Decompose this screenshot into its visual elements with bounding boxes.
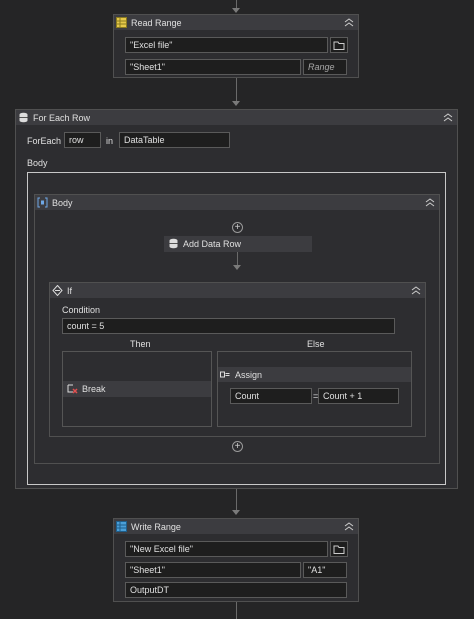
connector-line	[236, 489, 237, 511]
excel-read-icon	[116, 17, 127, 28]
connector-line	[236, 78, 237, 102]
browse-folder-button[interactable]	[330, 37, 348, 53]
connector-line	[237, 252, 238, 266]
datatable-input[interactable]: OutputDT	[125, 582, 347, 598]
add-activity-plus-icon[interactable]: +	[232, 441, 243, 452]
sheet-name-input[interactable]: "Sheet1"	[125, 59, 301, 75]
connector-arrow	[232, 510, 240, 515]
assign-icon	[220, 369, 231, 380]
workbook-path-input[interactable]: "New Excel file"	[125, 541, 328, 557]
datatable-input[interactable]: DataTable	[119, 132, 230, 148]
activity-title: Read Range	[131, 17, 182, 28]
starting-cell-input[interactable]: "A1"	[303, 562, 347, 578]
read-range-activity[interactable]: Read Range "Excel file" "Sheet1" Range	[113, 14, 359, 78]
add-activity-plus-icon[interactable]: +	[232, 222, 243, 233]
workbook-path-input[interactable]: "Excel file"	[125, 37, 328, 53]
assign-to-input[interactable]: Count	[230, 388, 312, 404]
else-label: Else	[307, 339, 325, 349]
in-label: in	[106, 136, 114, 146]
activity-title: For Each Row	[33, 112, 91, 123]
collapse-chevron-icon[interactable]	[443, 112, 453, 122]
connector-line	[236, 602, 237, 619]
connector-arrow	[233, 265, 241, 270]
assign-header[interactable]: Assign	[218, 367, 411, 382]
activity-title: If	[67, 285, 73, 296]
activity-title: Write Range	[131, 521, 181, 532]
browse-folder-button[interactable]	[330, 541, 348, 557]
foreach-label: ForEach	[27, 136, 62, 146]
activity-title: Break	[82, 384, 106, 394]
assign-activity[interactable]: Assign Count = Count + 1	[218, 367, 411, 415]
then-label: Then	[130, 339, 151, 349]
if-branch-icon	[52, 285, 63, 296]
sequence-icon	[37, 197, 48, 208]
connector-arrow	[232, 101, 240, 106]
item-variable-input[interactable]: row	[64, 132, 101, 148]
activity-title: Body	[52, 197, 73, 208]
add-data-row-activity[interactable]: Add Data Row	[164, 236, 312, 252]
write-range-header[interactable]: Write Range	[114, 519, 358, 534]
body-sequence-header[interactable]: Body	[35, 195, 439, 210]
collapse-chevron-icon[interactable]	[425, 197, 435, 207]
activity-title: Add Data Row	[183, 239, 242, 249]
collapse-chevron-icon[interactable]	[344, 17, 354, 27]
body-label: Body	[27, 158, 48, 168]
break-icon	[67, 383, 78, 394]
activity-title: Assign	[235, 369, 263, 380]
collapse-chevron-icon[interactable]	[411, 285, 421, 295]
collapse-chevron-icon[interactable]	[344, 521, 354, 531]
body-sequence[interactable]: Body + Add Data Row If Condition count =…	[34, 194, 440, 464]
for-each-row-activity[interactable]: For Each Row ForEach row in DataTable Bo…	[15, 109, 458, 489]
condition-input[interactable]: count = 5	[62, 318, 395, 334]
database-add-icon	[168, 238, 179, 249]
excel-write-icon	[116, 521, 127, 532]
assign-value-input[interactable]: Count + 1	[318, 388, 399, 404]
sheet-name-input[interactable]: "Sheet1"	[125, 562, 301, 578]
if-header[interactable]: If	[50, 283, 425, 298]
read-range-header[interactable]: Read Range	[114, 15, 358, 30]
condition-label: Condition	[62, 305, 101, 315]
if-activity[interactable]: If Condition count = 5 Then Else Break A…	[49, 282, 426, 437]
connector-arrow	[232, 8, 240, 13]
database-icon	[18, 112, 29, 123]
range-input[interactable]: Range	[303, 59, 347, 75]
for-each-row-header[interactable]: For Each Row	[16, 110, 457, 125]
break-activity[interactable]: Break	[63, 381, 211, 397]
write-range-activity[interactable]: Write Range "New Excel file" "Sheet1" "A…	[113, 518, 359, 602]
